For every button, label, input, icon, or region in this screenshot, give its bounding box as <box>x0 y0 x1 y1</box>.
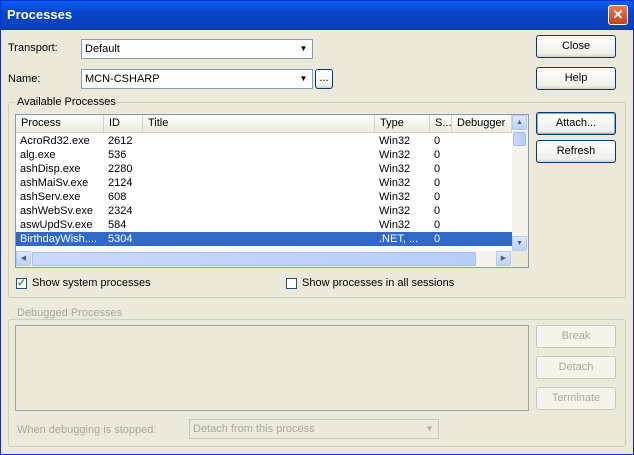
cell-id: 584 <box>108 219 127 231</box>
show-system-checkbox[interactable]: ✓ <box>16 278 27 289</box>
refresh-button[interactable]: Refresh <box>536 140 616 163</box>
table-row[interactable]: aswUpdSv.exe 584 Win32 0 <box>16 218 512 232</box>
cell-session: 0 <box>434 233 441 245</box>
cell-id: 2324 <box>108 205 133 217</box>
processes-dialog: Processes ✕ Transport: Default ▼ Name: M… <box>0 0 634 455</box>
cell-session: 0 <box>434 219 441 231</box>
scroll-corner <box>512 251 528 267</box>
chevron-down-icon[interactable]: ▼ <box>422 421 437 437</box>
cell-type: Win32 <box>379 205 411 217</box>
browse-button[interactable]: ... <box>315 69 333 89</box>
cell-id: 536 <box>108 149 127 161</box>
cell-id: 2280 <box>108 163 133 175</box>
cell-process: AcroRd32.exe <box>20 135 90 147</box>
scroll-down-icon[interactable]: ▼ <box>512 236 527 251</box>
table-row[interactable]: ashServ.exe 608 Win32 0 <box>16 190 512 204</box>
cell-process: ashWebSv.exe <box>20 205 93 217</box>
when-stopped-label: When debugging is stopped: <box>17 424 157 436</box>
scroll-up-icon[interactable]: ▲ <box>512 115 527 130</box>
name-value: MCN-CSHARP <box>85 73 160 85</box>
cell-process: aswUpdSv.exe <box>20 219 93 231</box>
window-title: Processes <box>7 7 73 22</box>
scroll-left-icon[interactable]: ◀ <box>16 251 31 266</box>
chevron-down-icon[interactable]: ▼ <box>296 41 311 57</box>
detach-button[interactable]: Detach <box>536 356 616 379</box>
hscroll-thumb[interactable] <box>32 252 476 266</box>
cell-session: 0 <box>434 205 441 217</box>
show-all-sessions-label[interactable]: Show processes in all sessions <box>302 277 454 289</box>
cell-type: Win32 <box>379 177 411 189</box>
process-list-hscroll[interactable]: ◀ ▶ <box>16 251 512 267</box>
transport-combo[interactable]: Default ▼ <box>81 39 313 59</box>
close-button[interactable]: Close <box>536 35 616 58</box>
column-process[interactable]: Process <box>16 115 104 132</box>
debugged-processes-title: Debugged Processes <box>15 307 125 319</box>
debugged-process-list[interactable] <box>15 325 529 411</box>
table-row[interactable]: AcroRd32.exe 2612 Win32 0 <box>16 134 512 148</box>
cell-process: alg.exe <box>20 149 56 161</box>
cell-process: ashMaiSv.exe <box>20 177 89 189</box>
cell-type: Win32 <box>379 163 411 175</box>
cell-process: ashServ.exe <box>20 191 81 203</box>
cell-type: Win32 <box>379 191 411 203</box>
cell-id: 5304 <box>108 233 133 245</box>
chevron-down-icon[interactable]: ▼ <box>296 71 311 87</box>
cell-id: 608 <box>108 191 127 203</box>
attach-button[interactable]: Attach... <box>536 112 616 135</box>
help-button[interactable]: Help <box>536 67 616 90</box>
process-list[interactable]: Process ID Title Type S... Debugger Acro… <box>15 114 529 268</box>
break-button[interactable]: Break <box>536 325 616 348</box>
when-stopped-value: Detach from this process <box>193 423 315 435</box>
cell-type: Win32 <box>379 149 411 161</box>
table-row[interactable]: ashMaiSv.exe 2124 Win32 0 <box>16 176 512 190</box>
column-id[interactable]: ID <box>104 115 143 132</box>
cell-session: 0 <box>434 149 441 161</box>
terminate-button[interactable]: Terminate <box>536 387 616 410</box>
column-title[interactable]: Title <box>143 115 375 132</box>
cell-id: 2124 <box>108 177 133 189</box>
transport-label: Transport: <box>8 42 58 54</box>
cell-session: 0 <box>434 177 441 189</box>
cell-session: 0 <box>434 163 441 175</box>
cell-process: BirthdayWish.... <box>20 233 98 245</box>
process-list-vscroll[interactable]: ▲ ▼ <box>512 115 528 251</box>
cell-session: 0 <box>434 135 441 147</box>
cell-session: 0 <box>434 191 441 203</box>
cell-process: ashDisp.exe <box>20 163 81 175</box>
column-debugger[interactable]: Debugger <box>452 115 512 132</box>
cell-type: Win32 <box>379 135 411 147</box>
table-row[interactable]: BirthdayWish.... 5304 .NET, ... 0 <box>16 232 512 246</box>
name-label: Name: <box>8 73 41 85</box>
cell-id: 2612 <box>108 135 133 147</box>
available-processes-title: Available Processes <box>15 96 118 108</box>
process-list-header: Process ID Title Type S... Debugger <box>16 115 512 133</box>
cell-type: .NET, ... <box>379 233 419 245</box>
table-row[interactable]: ashWebSv.exe 2324 Win32 0 <box>16 204 512 218</box>
window-close-icon[interactable]: ✕ <box>608 5 628 25</box>
table-row[interactable]: ashDisp.exe 2280 Win32 0 <box>16 162 512 176</box>
show-system-label[interactable]: Show system processes <box>32 277 151 289</box>
show-all-sessions-checkbox[interactable] <box>286 278 297 289</box>
title-bar[interactable]: Processes ✕ <box>1 1 633 30</box>
vscroll-thumb[interactable] <box>513 132 526 146</box>
when-stopped-combo[interactable]: Detach from this process ▼ <box>189 419 439 439</box>
column-session[interactable]: S... <box>430 115 452 132</box>
column-type[interactable]: Type <box>375 115 430 132</box>
transport-value: Default <box>85 43 120 55</box>
name-combo[interactable]: MCN-CSHARP ▼ <box>81 69 313 89</box>
cell-type: Win32 <box>379 219 411 231</box>
scroll-right-icon[interactable]: ▶ <box>496 251 511 266</box>
table-row[interactable]: alg.exe 536 Win32 0 <box>16 148 512 162</box>
